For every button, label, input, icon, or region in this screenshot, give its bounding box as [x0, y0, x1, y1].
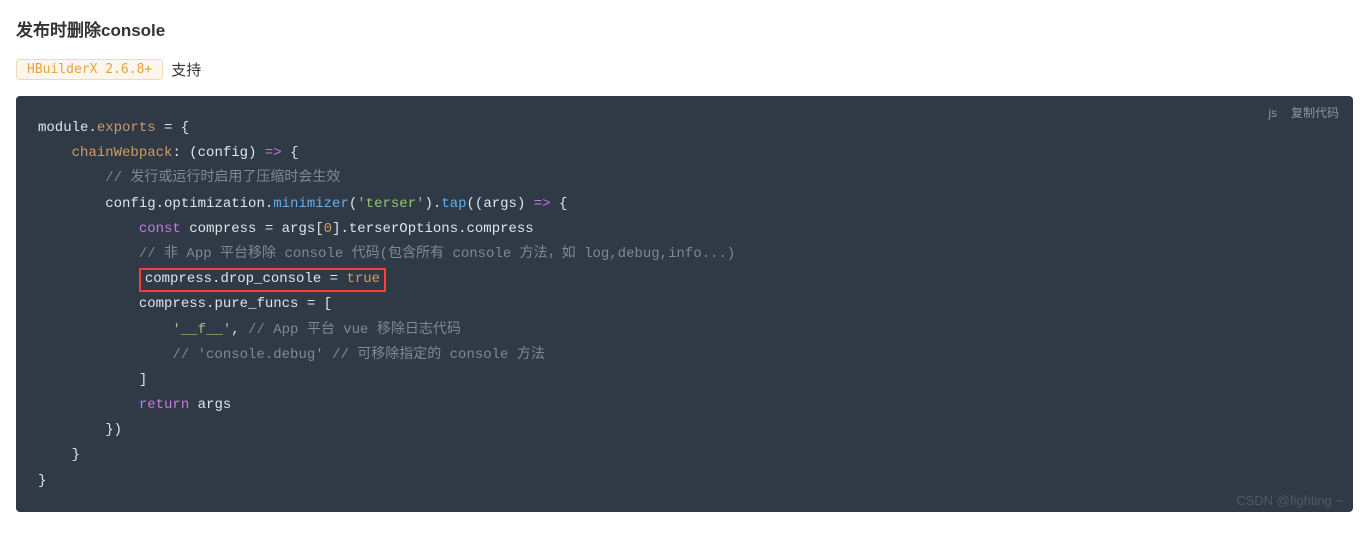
watermark: CSDN @fighting ~	[1236, 493, 1343, 508]
section-heading: 发布时删除console	[16, 16, 1353, 41]
tag-row: HBuilderX 2.6.8+ 支持	[16, 59, 1353, 80]
code-toolbar: js 复制代码	[1268, 104, 1339, 121]
support-text: 支持	[171, 59, 201, 80]
code-content: module.exports = { chainWebpack: (config…	[38, 116, 1331, 494]
highlighted-line: compress.drop_console = true	[139, 268, 386, 292]
code-lang-label: js	[1268, 106, 1277, 120]
version-tag: HBuilderX 2.6.8+	[16, 59, 163, 80]
copy-button[interactable]: 复制代码	[1291, 104, 1339, 121]
code-block: js 复制代码 module.exports = { chainWebpack:…	[16, 96, 1353, 512]
